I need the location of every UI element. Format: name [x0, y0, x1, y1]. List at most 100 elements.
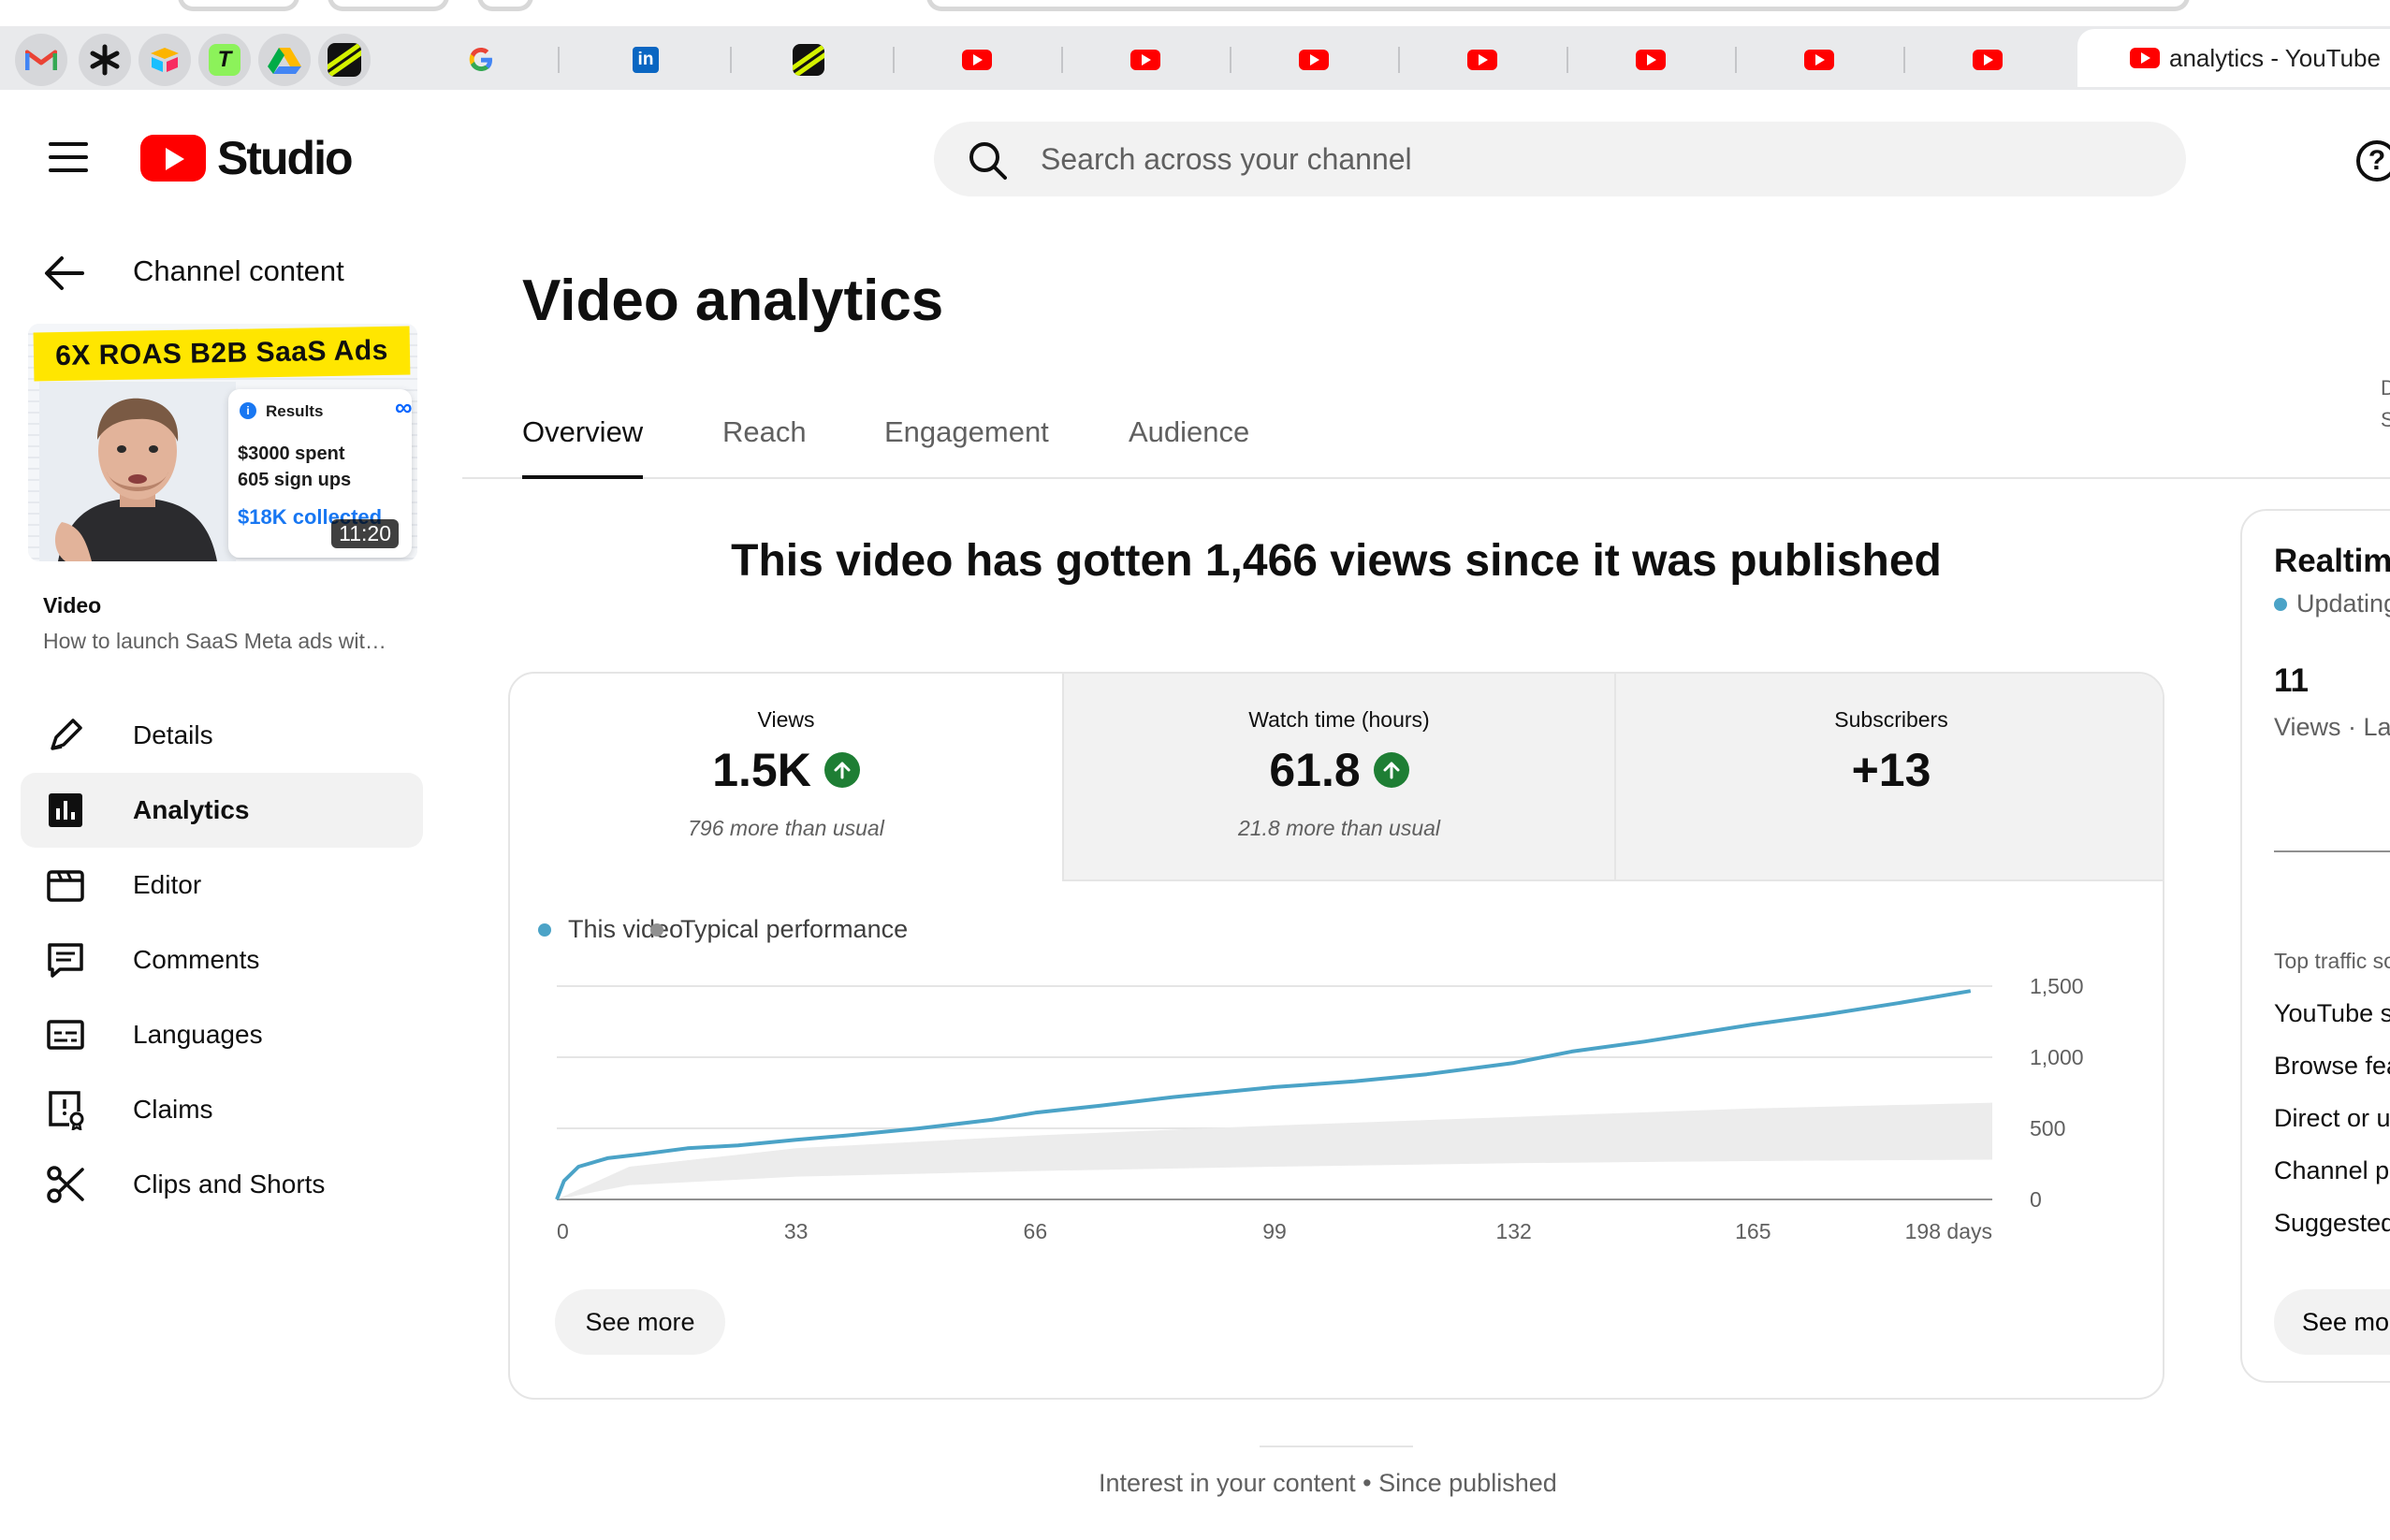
y-tick-label: 0 [2030, 1187, 2042, 1212]
sidebar-item-editor[interactable]: Editor [21, 848, 423, 923]
window-control[interactable] [178, 0, 299, 11]
help-icon[interactable]: ? [2356, 140, 2390, 182]
asterisk-icon [90, 44, 120, 76]
scissors-icon [47, 1166, 84, 1203]
copyright-claim-icon [49, 1091, 84, 1130]
tab-stripes[interactable] [777, 37, 840, 82]
thumbnail-results-title: Results [266, 402, 324, 420]
tab-youtube[interactable] [1787, 37, 1851, 82]
browser-tab-strip: T in [0, 26, 2390, 90]
pinned-tab-airtable[interactable] [138, 34, 191, 86]
search-icon [969, 142, 1007, 180]
traffic-source-item: Direct or unknown [2274, 1104, 2390, 1132]
tab-linkedin[interactable]: in [614, 37, 678, 82]
x-tick-label: 66 [1024, 1219, 1048, 1243]
realtime-views-label: Views · Last 48 hours [2274, 713, 2390, 741]
menu-icon[interactable] [49, 142, 88, 172]
google-drive-icon [268, 48, 301, 74]
sidebar-item-analytics[interactable]: Analytics [21, 773, 423, 848]
sidebar-item-claims[interactable]: Claims [21, 1072, 423, 1147]
sidebar-item-languages[interactable]: Languages [21, 997, 423, 1072]
page-title: Video analytics [522, 269, 944, 333]
date-range-value: S [2381, 408, 2390, 431]
y-tick-label: 1,000 [2030, 1045, 2084, 1069]
sidebar-item-label: Languages [133, 1020, 263, 1049]
window-control[interactable] [328, 0, 449, 11]
clapperboard-icon [47, 870, 84, 902]
t-app-icon: T [209, 44, 240, 76]
live-dot [2274, 597, 2287, 611]
active-browser-tab[interactable]: analytics - YouTube [2077, 29, 2390, 87]
tab-audience[interactable]: Audience [1129, 415, 1249, 479]
back-arrow-icon[interactable] [43, 254, 84, 292]
youtube-logo-icon [140, 135, 206, 182]
address-bar[interactable] [926, 0, 2190, 11]
pinned-tab-gmail[interactable] [15, 34, 67, 86]
sidebar-item-label: Editor [133, 870, 202, 899]
search-bar[interactable] [934, 122, 2186, 196]
logo-text: Studio [217, 132, 354, 184]
see-more-button[interactable]: See more [555, 1289, 725, 1355]
pencil-icon [51, 719, 82, 750]
video-thumbnail[interactable]: 6X ROAS B2B SaaS Ads i Results $3000 spe… [28, 324, 417, 561]
tab-youtube[interactable] [1114, 37, 1177, 82]
date-range-picker[interactable]: D S [2381, 372, 2390, 436]
typical-performance-band [557, 1102, 1992, 1199]
gmail-icon [25, 50, 57, 70]
x-tick-label: 99 [1262, 1219, 1287, 1243]
sidebar-item-clips-and-shorts[interactable]: Clips and Shorts [21, 1147, 423, 1222]
tab-youtube[interactable] [1619, 37, 1683, 82]
x-tick-label: 198 days [1905, 1219, 1992, 1243]
tab-youtube[interactable] [1450, 37, 1514, 82]
realtime-see-more-button[interactable]: See more [2274, 1289, 2390, 1355]
youtube-icon [1130, 50, 1160, 70]
pinned-tab-asterisk[interactable] [79, 34, 131, 86]
video-title[interactable]: How to launch SaaS Meta ads wit… [43, 629, 386, 654]
sidebar-item-label: Details [133, 720, 213, 749]
youtube-icon [962, 50, 992, 70]
pinned-tab-google-drive[interactable] [258, 34, 311, 86]
pinned-tab-stripes[interactable] [318, 34, 371, 86]
comment-icon [48, 943, 83, 978]
search-input[interactable] [1041, 122, 2117, 196]
active-tab-title: analytics - YouTube [2169, 43, 2381, 72]
realtime-status-text: Updating live [2296, 589, 2390, 617]
sidebar: Channel content 6X ROAS B2B SaaS Ads i R… [0, 228, 449, 1540]
traffic-source-item: Browse features [2274, 1052, 2390, 1080]
sidebar-item-details[interactable]: Details [21, 698, 423, 773]
presenter-image [39, 382, 236, 561]
tab-youtube[interactable] [1282, 37, 1346, 82]
subtitles-icon [47, 1020, 84, 1050]
realtime-card: Realtime Updating live 11 Views · Last 4… [2240, 509, 2390, 1383]
divider [1260, 1446, 1413, 1447]
y-tick-label: 1,500 [2030, 974, 2084, 998]
realtime-bar-chart[interactable] [2274, 782, 2390, 857]
tab-youtube[interactable] [945, 37, 1009, 82]
tab-youtube[interactable] [1956, 37, 2019, 82]
views-chart[interactable]: 0 500 1,000 1,500 0 33 66 99 132 165 198 days [510, 674, 2164, 1400]
traffic-source-item: YouTube search [2274, 999, 2390, 1027]
channel-content-link[interactable]: Channel content [133, 254, 344, 288]
window-control[interactable] [477, 0, 533, 11]
tab-engagement[interactable]: Engagement [884, 415, 1049, 479]
studio-logo[interactable]: Studio [140, 131, 354, 185]
x-tick-label: 0 [557, 1219, 569, 1243]
tab-google[interactable] [449, 37, 513, 82]
pinned-tab-t-app[interactable]: T [198, 34, 251, 86]
traffic-source-item: Suggested videos [2274, 1209, 2390, 1237]
thumbnail-banner: 6X ROAS B2B SaaS Ads [33, 326, 411, 382]
x-tick-label: 165 [1735, 1219, 1771, 1243]
realtime-status: Updating live [2274, 589, 2390, 618]
traffic-sources-title: Top traffic sources [2274, 949, 2390, 973]
sidebar-item-comments[interactable]: Comments [21, 923, 423, 997]
tab-overview[interactable]: Overview [522, 415, 644, 479]
google-icon [469, 48, 492, 71]
date-range-label: D [2381, 376, 2390, 400]
tab-reach[interactable]: Reach [722, 415, 807, 479]
stripes-app-icon [793, 44, 824, 76]
realtime-views-value: 11 [2274, 662, 2309, 699]
meta-logo-icon: ∞ [395, 393, 413, 421]
analytics-icon [49, 793, 82, 827]
airtable-icon [151, 48, 179, 72]
x-tick-label: 132 [1495, 1219, 1531, 1243]
